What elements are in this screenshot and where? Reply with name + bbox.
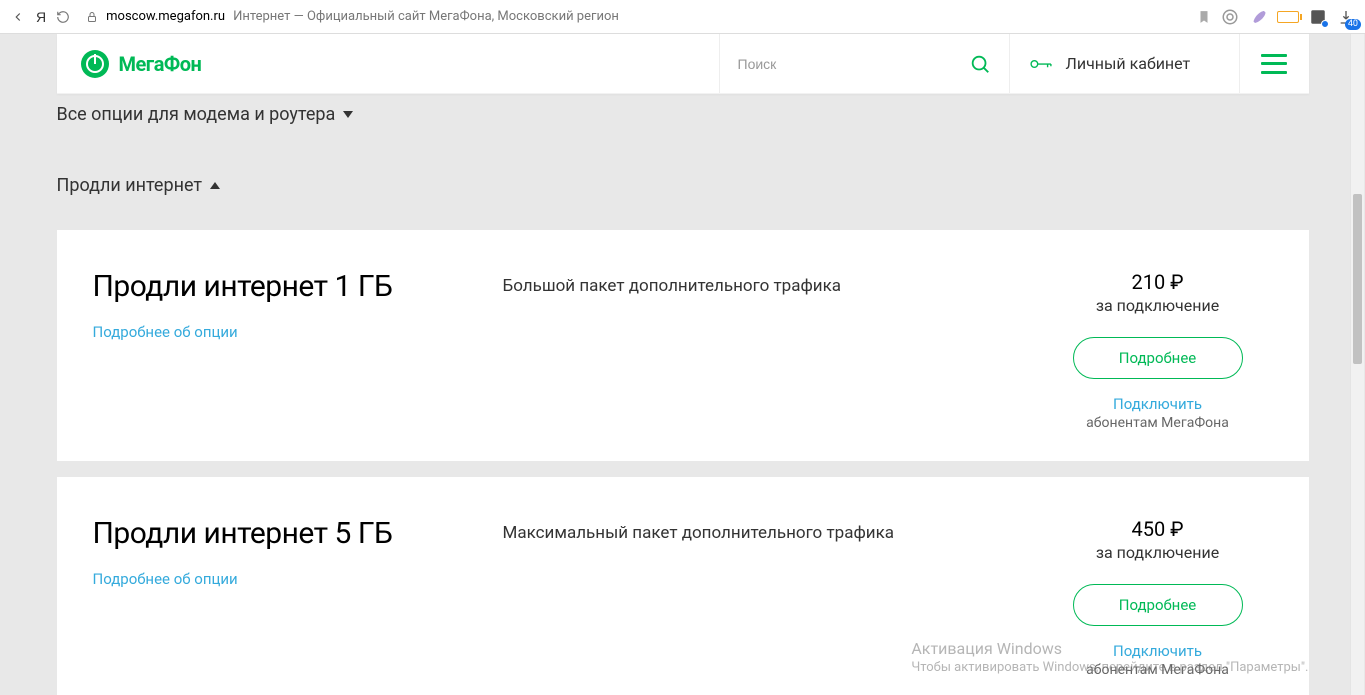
page-content: МегаФон Личный кабинет Все опции для мод… [43, 34, 1323, 695]
tariff-title: Продли интернет 1 ГБ [93, 270, 463, 305]
section-label: Все опции для модема и роутера [57, 104, 336, 125]
section-label: Продли интернет [57, 175, 203, 196]
details-button[interactable]: Подробнее [1073, 584, 1243, 626]
section-toggle-modem[interactable]: Все опции для модема и роутера [57, 96, 1309, 131]
tariff-description: Большой пакет дополнительного трафика [503, 270, 1003, 431]
chevron-up-icon [210, 182, 220, 189]
tariff-price: 450 ₽ [1043, 517, 1273, 541]
url-domain: moscow.megafon.ru [106, 9, 225, 24]
circle-icon[interactable] [1221, 8, 1239, 26]
download-icon[interactable] [1337, 8, 1355, 26]
menu-button[interactable] [1239, 34, 1309, 93]
search-icon[interactable] [969, 53, 991, 75]
tariff-details-link[interactable]: Подробнее об опции [93, 323, 238, 341]
connect-link[interactable]: Подключить [1043, 395, 1273, 413]
scrollbar[interactable] [1350, 34, 1364, 695]
yandex-logo-icon[interactable]: Я [36, 9, 46, 25]
site-header: МегаФон Личный кабинет [57, 34, 1309, 94]
lock-icon [86, 11, 98, 23]
extension-icon[interactable] [1309, 8, 1327, 26]
scrollbar-thumb[interactable] [1353, 194, 1362, 364]
tariff-price-sub: за подключение [1043, 296, 1273, 315]
site-logo[interactable]: МегаФон [57, 34, 226, 93]
connect-link[interactable]: Подключить [1043, 642, 1273, 660]
search-box[interactable] [719, 34, 1009, 93]
browser-chrome: Я moscow.megafon.ru Интернет — Официальн… [0, 0, 1365, 34]
hamburger-icon [1261, 54, 1287, 74]
tariff-card: Продли интернет 5 ГБ Подробнее об опции … [57, 477, 1309, 695]
connect-note: абонентам МегаФона [1043, 415, 1273, 431]
section-toggle-extend-internet[interactable]: Продли интернет [57, 167, 1309, 202]
tariff-price-sub: за подключение [1043, 543, 1273, 562]
tariff-details-link[interactable]: Подробнее об опции [93, 570, 238, 588]
key-icon [1030, 57, 1052, 71]
logo-icon [81, 50, 109, 78]
reload-button[interactable] [56, 10, 70, 24]
search-input[interactable] [738, 56, 961, 72]
bookmark-icon[interactable] [1197, 10, 1211, 24]
url-page-title: Интернет — Официальный сайт МегаФона, Мо… [233, 9, 619, 24]
tariff-title: Продли интернет 5 ГБ [93, 517, 463, 552]
connect-note: абонентам МегаФона [1043, 662, 1273, 678]
nav-back-button[interactable] [10, 9, 26, 25]
feather-icon[interactable] [1249, 8, 1267, 26]
tariff-description: Максимальный пакет дополнительного трафи… [503, 517, 1003, 678]
account-link[interactable]: Личный кабинет [1009, 34, 1239, 93]
battery-icon[interactable] [1277, 11, 1299, 23]
chevron-down-icon [343, 111, 353, 118]
browser-extension-icons [1221, 8, 1355, 26]
details-button[interactable]: Подробнее [1073, 337, 1243, 379]
address-bar[interactable]: moscow.megafon.ru Интернет — Официальный… [80, 9, 1187, 24]
logo-text: МегаФон [119, 52, 202, 76]
account-label: Личный кабинет [1066, 54, 1191, 73]
tariff-card: Продли интернет 1 ГБ Подробнее об опции … [57, 230, 1309, 461]
tariff-price: 210 ₽ [1043, 270, 1273, 294]
